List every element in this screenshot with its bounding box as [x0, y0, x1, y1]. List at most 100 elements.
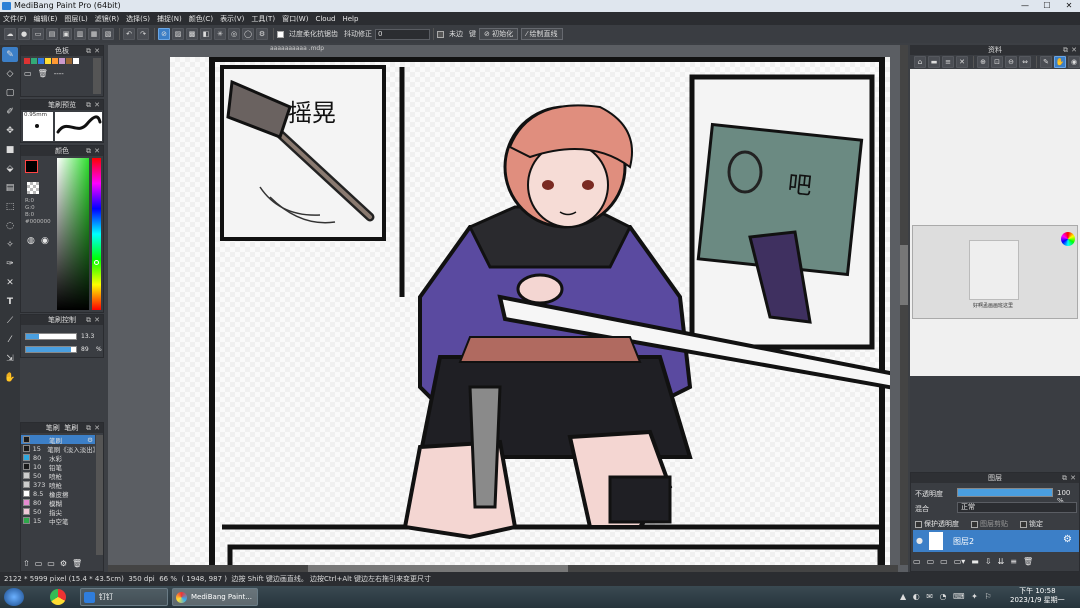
lock-checkbox[interactable]	[1020, 520, 1027, 528]
hue-slider[interactable]	[92, 158, 101, 310]
color-picker-icon[interactable]: ◉	[41, 236, 49, 246]
swatch[interactable]	[59, 58, 65, 64]
close-panel-icon[interactable]: ✕	[94, 100, 100, 110]
add-brush-icon[interactable]: ▭	[35, 559, 43, 568]
cloud-save-icon[interactable]: ☁	[4, 28, 16, 40]
menu-select[interactable]: 选择(S)	[126, 14, 150, 24]
menu-view[interactable]: 表示(V)	[220, 14, 244, 24]
brush-tab-label[interactable]: 笔刷	[64, 424, 78, 432]
new-file-icon[interactable]: ▭	[32, 28, 44, 40]
swatch[interactable]	[73, 58, 79, 64]
close-panel-icon[interactable]: ✕	[94, 315, 100, 325]
saturation-value-area[interactable]	[57, 158, 89, 310]
folder-icon[interactable]: ▬	[971, 557, 979, 566]
hand-tool-icon[interactable]: ✋	[2, 370, 18, 385]
select-pen-tool-icon[interactable]: ✑	[2, 256, 18, 271]
menu-tools[interactable]: 工具(T)	[251, 14, 275, 24]
start-button[interactable]	[4, 588, 24, 606]
edge-checkbox[interactable]	[437, 30, 444, 38]
hscroll-thumb[interactable]	[308, 565, 568, 572]
document-tab[interactable]: aaaaaaaaaa .mdp	[270, 45, 360, 54]
move-up-icon[interactable]: ⇧	[23, 559, 30, 568]
gradient-tool-icon[interactable]: ▤	[2, 180, 18, 195]
eye-icon[interactable]: ●	[916, 536, 923, 545]
close-button[interactable]: ✕	[1058, 0, 1080, 12]
canvas-area[interactable]: 摇晃 吧	[108, 45, 908, 572]
move-down-icon[interactable]: ⇩	[985, 557, 992, 566]
maximize-button[interactable]: ☐	[1036, 0, 1058, 12]
swatch[interactable]	[66, 58, 72, 64]
system-tray-icons[interactable]: ▲ ◐ ✉ ◔ ⌨ ✦ ⚐	[900, 592, 994, 601]
delete-palette-icon[interactable]: 🗑	[38, 69, 48, 78]
zoom-out-icon[interactable]: ⊖	[1005, 56, 1017, 68]
nav-close-icon[interactable]: ✕	[956, 56, 968, 68]
print-icon[interactable]: ▦	[88, 28, 100, 40]
palette-scrollbar[interactable]	[93, 58, 101, 94]
nav-list-icon[interactable]: ≡	[942, 56, 954, 68]
primary-color-swatch[interactable]	[25, 160, 38, 173]
brush-settings-icon[interactable]: ⚙	[87, 436, 93, 444]
swatch[interactable]	[45, 58, 51, 64]
magic-wand-tool-icon[interactable]: ✧	[2, 237, 18, 252]
eyedropper-tool-icon[interactable]: ⁄	[2, 332, 18, 347]
rect-tool-icon[interactable]: ▢	[2, 85, 18, 100]
snap-settings-icon[interactable]: ⚙	[256, 28, 268, 40]
export-icon[interactable]: ▥	[74, 28, 86, 40]
select-eraser-tool-icon[interactable]: ✕	[2, 275, 18, 290]
canvas-page[interactable]: 摇晃 吧	[170, 57, 890, 572]
move-tool-icon[interactable]: ✥	[2, 123, 18, 138]
open-file-icon[interactable]: ▤	[46, 28, 58, 40]
layer-menu-icon[interactable]: ≡	[1010, 557, 1017, 566]
layer-row-selected[interactable]: ● 图层2 ⚙	[913, 530, 1079, 552]
add-palette-icon[interactable]: ▭	[24, 69, 32, 78]
close-panel-icon[interactable]: ✕	[1071, 45, 1077, 55]
close-panel-icon[interactable]: ✕	[94, 46, 100, 56]
clip-checkbox[interactable]	[971, 520, 978, 528]
snap-vanish-icon[interactable]: ◧	[200, 28, 212, 40]
lasso-tool-icon[interactable]: ◌	[2, 218, 18, 233]
snap-off-icon[interactable]: ⊘	[158, 28, 170, 40]
new-layer-icon[interactable]: ▭	[913, 557, 921, 566]
menu-filter[interactable]: 滤镜(R)	[95, 14, 119, 24]
stabilizer-select[interactable]: 0	[375, 28, 430, 40]
popout-icon[interactable]: ⧉	[1062, 473, 1067, 483]
duplicate-layer-icon[interactable]: ▭▾	[954, 557, 966, 566]
swatch[interactable]	[31, 58, 37, 64]
close-panel-icon[interactable]: ✕	[1070, 473, 1076, 483]
canvas-vscrollbar[interactable]	[900, 45, 908, 565]
fill-rect-tool-icon[interactable]: ■	[2, 142, 18, 157]
reference-thumbnail[interactable]: 好啊孟画画班这里	[912, 225, 1078, 319]
popout-icon[interactable]: ⧉	[86, 146, 91, 156]
blend-select[interactable]: 正常	[957, 502, 1077, 513]
flip-icon[interactable]: ⇔	[1019, 56, 1031, 68]
snap-cross-icon[interactable]: ▩	[186, 28, 198, 40]
draw-line-button[interactable]: ⁄ 绘制直线	[521, 28, 563, 40]
swatch[interactable]	[52, 58, 58, 64]
color-wheel-icon[interactable]: ◍	[27, 236, 35, 246]
swatch[interactable]	[38, 58, 44, 64]
delete-brush-icon[interactable]: 🗑	[72, 559, 82, 568]
zoom-fit-icon[interactable]: ⊡	[991, 56, 1003, 68]
eraser-tool-icon[interactable]: ◇	[2, 66, 18, 81]
undo-icon[interactable]: ↶	[123, 28, 135, 40]
close-panel-icon[interactable]: ✕	[94, 146, 100, 156]
popout-icon[interactable]: ⧉	[86, 423, 91, 433]
popout-icon[interactable]: ⧉	[86, 315, 91, 325]
chrome-icon[interactable]	[50, 589, 66, 605]
chat-icon[interactable]: ●	[18, 28, 30, 40]
menu-snap[interactable]: 捕捉(N)	[157, 14, 182, 24]
layer-settings-icon[interactable]: ⚙	[1063, 534, 1072, 545]
divide-tool-icon[interactable]: ⟋	[2, 313, 18, 328]
canvas-hscrollbar[interactable]	[108, 565, 898, 572]
protect-alpha-checkbox[interactable]	[915, 520, 922, 528]
taskbar-app-dingtalk[interactable]: 钉钉	[80, 588, 168, 606]
nav-folder-icon[interactable]: ▬	[928, 56, 940, 68]
antialias-checkbox[interactable]	[277, 30, 284, 38]
merge-layer-icon[interactable]: ⇊	[998, 557, 1005, 566]
nav-home-icon[interactable]: ⌂	[914, 56, 926, 68]
settings-icon[interactable]: ▧	[102, 28, 114, 40]
layer-opacity-slider[interactable]	[957, 488, 1053, 497]
init-button[interactable]: ⊘ 初始化	[479, 28, 519, 40]
taskbar-app-medibang[interactable]: MediBang Paint...	[172, 588, 258, 606]
brush-list-item[interactable]: 15 中空笔	[21, 516, 95, 526]
